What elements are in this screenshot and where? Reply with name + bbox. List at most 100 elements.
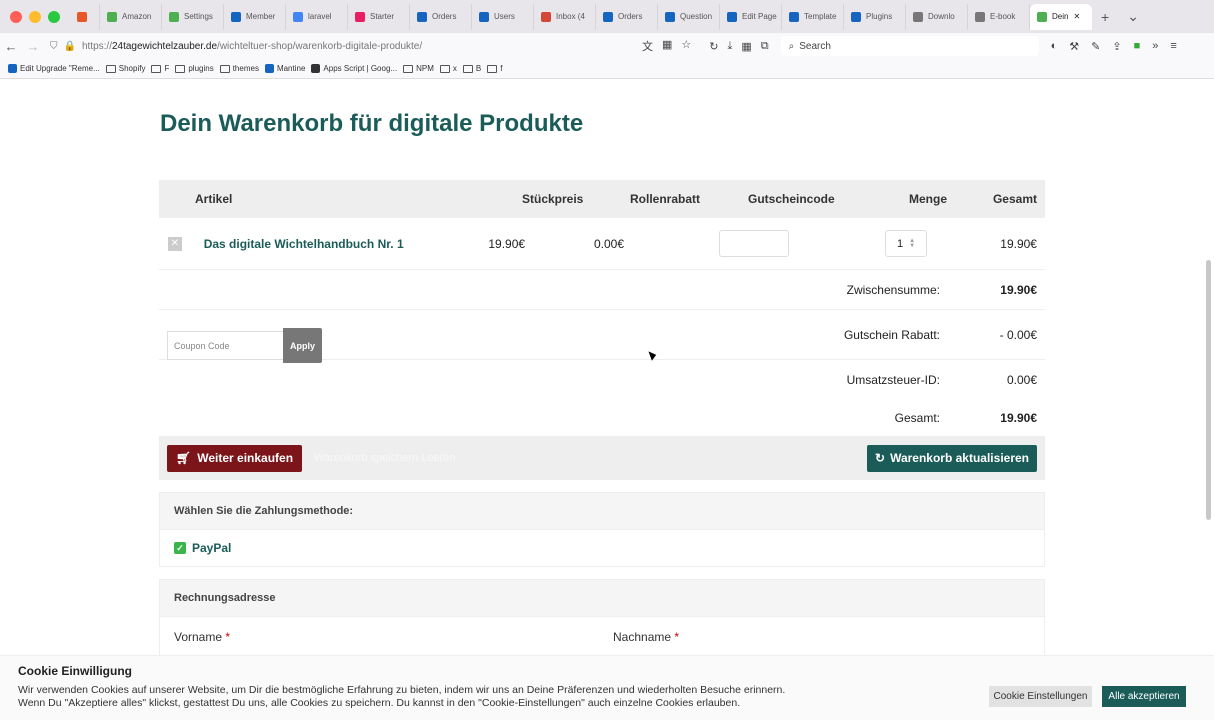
cookie-title: Cookie Einwilligung — [18, 664, 132, 678]
coupon-input[interactable]: Coupon Code — [167, 331, 283, 360]
cookie-settings-button[interactable]: Cookie Einstellungen — [989, 686, 1092, 707]
header-rabatt: Rollenrabatt — [630, 192, 701, 206]
bookmark-item[interactable]: x — [439, 64, 457, 73]
accept-all-cookies-button[interactable]: Alle akzeptieren — [1102, 686, 1186, 707]
tab-favicon-icon — [77, 11, 87, 22]
first-name-text: Vorname — [174, 629, 223, 644]
overflow-chevron-icon[interactable]: » — [1152, 40, 1158, 53]
folder-icon — [175, 64, 186, 73]
folder-icon — [439, 64, 450, 73]
checkbox-checked-icon[interactable]: ✓ — [174, 542, 186, 554]
folder-icon — [403, 64, 414, 73]
bookmark-item[interactable]: NPM — [403, 64, 434, 73]
tab-label: Member — [246, 12, 276, 21]
tab-label: Edit Page — [742, 12, 777, 21]
browser-tab[interactable]: Orders — [410, 3, 472, 30]
summary-row: Umsatzsteuer-ID: 0.00€ — [159, 360, 1045, 400]
browser-tab[interactable]: Orders — [596, 3, 658, 30]
menu-icon[interactable]: ≡ — [1170, 40, 1176, 53]
browser-tab[interactable]: laravel — [286, 3, 348, 30]
product-name-link[interactable]: Das digitale Wichtelhandbuch Nr. 1 — [182, 237, 489, 251]
download-icon[interactable]: ⤓ — [728, 40, 733, 53]
bookmark-item[interactable]: Mantine — [264, 64, 305, 73]
tab-label: Downlo — [928, 12, 955, 21]
url-field[interactable]: ⛉ 🔒 https://24tagewichtelzauber.de/wicht… — [50, 36, 600, 56]
tab-favicon-icon — [231, 11, 241, 22]
cart-table-header: Artikel Stückpreis Rollenrabatt Gutschei… — [159, 180, 1045, 218]
refresh-icon: ↻ — [875, 451, 886, 465]
tab-list-chevron-icon[interactable]: ⌄ — [1118, 8, 1148, 25]
billing-name-row: Vorname * Nachname * — [159, 617, 1045, 657]
browser-tab[interactable]: Dein ✕ — [1030, 3, 1092, 30]
pen-icon[interactable]: ✎ — [1091, 40, 1100, 53]
apps-icon[interactable]: ▦ — [741, 40, 751, 53]
vpn-icon[interactable]: ◐ — [1051, 40, 1058, 53]
bookmark-item[interactable]: Shopify — [105, 64, 145, 73]
bookmark-item[interactable]: F — [151, 64, 169, 73]
browser-tab[interactable]: Question — [658, 3, 720, 30]
extension-green-icon[interactable]: ■ — [1134, 40, 1141, 53]
browser-tab[interactable]: Edit Page — [720, 3, 782, 30]
bookmark-favicon-icon — [8, 64, 17, 73]
apply-coupon-button[interactable]: Apply — [283, 328, 322, 363]
tab-favicon-icon — [479, 11, 489, 22]
stepper-arrows-icon[interactable]: ▲ ▼ — [909, 238, 915, 249]
tab-label: Orders — [618, 12, 643, 21]
browser-tab[interactable]: Settings — [162, 3, 224, 30]
browser-tab[interactable]: Starter — [348, 3, 410, 30]
browser-tab[interactable]: Inbox (4 — [534, 3, 596, 30]
folder-icon — [487, 64, 498, 73]
tab-favicon-icon — [293, 11, 303, 22]
bookmark-item[interactable]: themes — [219, 64, 259, 73]
browser-tab[interactable]: Template — [782, 3, 844, 30]
bookmark-star-icon[interactable]: ☆ — [681, 38, 691, 54]
voucher-code-input[interactable] — [719, 230, 790, 257]
browser-tab[interactable]: Amazon — [100, 3, 162, 30]
browser-tab[interactable]: Plugins — [844, 3, 906, 30]
new-tab-icon[interactable]: + — [1092, 9, 1118, 25]
close-window-button[interactable] — [10, 10, 22, 23]
bookmark-label: NPM — [416, 64, 434, 73]
back-arrow-icon[interactable]: ← — [0, 39, 22, 54]
tab-label: E-book — [990, 12, 1016, 21]
summary-value: - 0.00€ — [999, 327, 1037, 342]
search-icon: ⌕ — [788, 40, 795, 52]
summary-value: 0.00€ — [1006, 373, 1037, 387]
quantity-stepper[interactable]: 1 ▲ ▼ — [885, 230, 928, 257]
folder-icon — [219, 64, 230, 73]
screenshot-icon[interactable]: ⧉ — [761, 40, 769, 53]
extensions-grid-icon[interactable]: ▦ — [662, 38, 672, 54]
close-tab-icon[interactable]: ✕ — [1073, 12, 1080, 21]
share-icon[interactable]: ⇪ — [1112, 40, 1121, 53]
update-cart-button[interactable]: ↻ Warenkorb aktualisieren — [867, 444, 1037, 472]
continue-shopping-button[interactable]: 🛒︎ Weiter einkaufen — [167, 444, 303, 472]
browser-tab[interactable]: E-book — [968, 3, 1030, 30]
scrollbar[interactable] — [1206, 260, 1211, 520]
forward-arrow-icon[interactable]: → — [22, 39, 44, 54]
browser-tab[interactable]: Downlo — [906, 3, 968, 30]
browser-tab[interactable]: Users — [472, 3, 534, 30]
minimize-window-button[interactable] — [29, 10, 41, 23]
browser-tab[interactable]: Member — [224, 3, 286, 30]
browser-tab[interactable] — [70, 3, 100, 30]
tools-icon[interactable]: ⚒ — [1069, 40, 1079, 53]
paypal-label: PayPal — [192, 541, 232, 555]
bookmark-item[interactable]: plugins — [175, 64, 214, 73]
bookmark-item[interactable]: f — [487, 64, 502, 73]
header-artikel: Artikel — [195, 192, 233, 206]
bookmark-item[interactable]: B — [462, 64, 481, 73]
maximize-window-button[interactable] — [48, 10, 60, 23]
paypal-option[interactable]: ✓ PayPal — [159, 530, 1045, 567]
remove-item-icon[interactable]: ✕ — [168, 236, 182, 251]
translate-icon[interactable]: 文 — [642, 38, 653, 54]
cookie-text-line: Wenn Du "Akzeptiere alles" klickst, gest… — [18, 697, 741, 709]
bookmark-item[interactable]: Edit Upgrade "Reme... — [8, 64, 100, 73]
browser-search-box[interactable]: ⌕ Search — [780, 36, 1039, 56]
tab-label: Starter — [370, 12, 395, 21]
summary-value: 19.90€ — [1000, 282, 1037, 297]
item-total: 19.90€ — [1000, 236, 1037, 251]
reload-icon[interactable]: ↻ — [709, 40, 718, 53]
bookmark-item[interactable]: Apps Script | Goog... — [311, 64, 397, 73]
tab-label: laravel — [308, 12, 332, 21]
tab-favicon-icon — [789, 11, 799, 22]
